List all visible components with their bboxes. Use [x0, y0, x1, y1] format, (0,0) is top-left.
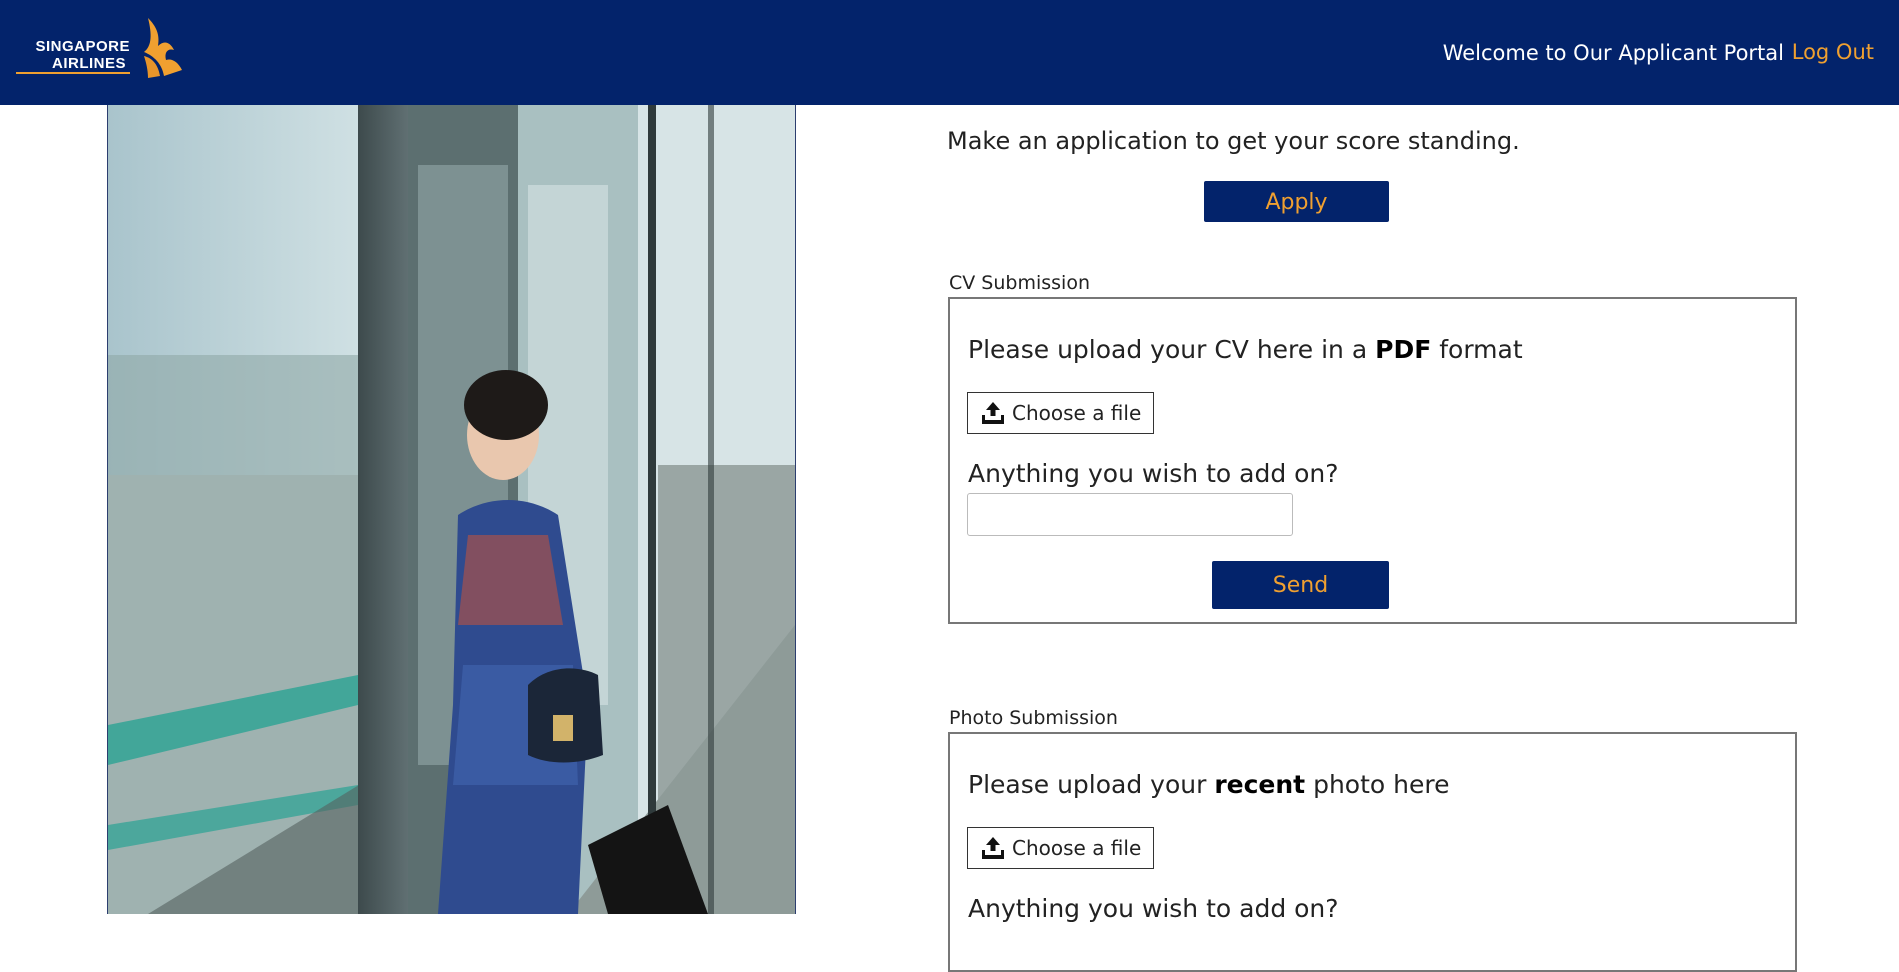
cv-choose-file-label: Choose a file	[1012, 401, 1142, 425]
logo-line-1: SINGAPORE	[35, 38, 130, 55]
airport-scene-image	[108, 105, 795, 914]
photo-choose-file-label: Choose a file	[1012, 836, 1142, 860]
cv-addon-label: Anything you wish to add on?	[968, 459, 1339, 488]
singapore-airlines-bird-icon	[144, 18, 182, 78]
cv-send-button[interactable]: Send	[1212, 561, 1389, 609]
singapore-airlines-logo[interactable]: SINGAPORE AIRLINES	[16, 16, 186, 80]
photo-section-legend: Photo Submission	[949, 707, 1118, 729]
intro-text: Make an application to get your score st…	[947, 127, 1520, 155]
cv-section-legend: CV Submission	[949, 272, 1090, 294]
logo-line-2: AIRLINES	[16, 55, 130, 74]
photo-submission-box: Please upload your recent photo here Cho…	[948, 732, 1797, 972]
logo-wordmark: SINGAPORE AIRLINES	[16, 38, 130, 74]
photo-heading-emphasis: recent	[1214, 770, 1306, 799]
upload-icon	[982, 402, 1004, 424]
photo-addon-label: Anything you wish to add on?	[968, 894, 1339, 923]
photo-heading-suffix: photo here	[1305, 770, 1450, 799]
cv-heading-text: Please upload your CV here in a	[968, 335, 1376, 364]
top-navbar: SINGAPORE AIRLINES Welcome to Our Applic…	[0, 0, 1899, 105]
hero-photo	[107, 105, 796, 914]
upload-icon	[982, 837, 1004, 859]
photo-heading-text: Please upload your	[968, 770, 1215, 799]
cv-heading-suffix: format	[1431, 335, 1523, 364]
cv-choose-file-button[interactable]: Choose a file	[967, 392, 1155, 434]
cv-submission-box: Please upload your CV here in a PDF form…	[948, 297, 1797, 624]
photo-upload-heading: Please upload your recent photo here	[968, 770, 1449, 799]
apply-button[interactable]: Apply	[1204, 181, 1389, 222]
welcome-text: Welcome to Our Applicant Portal	[1442, 41, 1784, 65]
logout-link[interactable]: Log Out	[1792, 40, 1874, 64]
cv-heading-emphasis: PDF	[1375, 335, 1432, 364]
cv-upload-heading: Please upload your CV here in a PDF form…	[968, 335, 1523, 364]
photo-choose-file-button[interactable]: Choose a file	[967, 827, 1155, 869]
cv-addon-input[interactable]	[967, 493, 1293, 536]
